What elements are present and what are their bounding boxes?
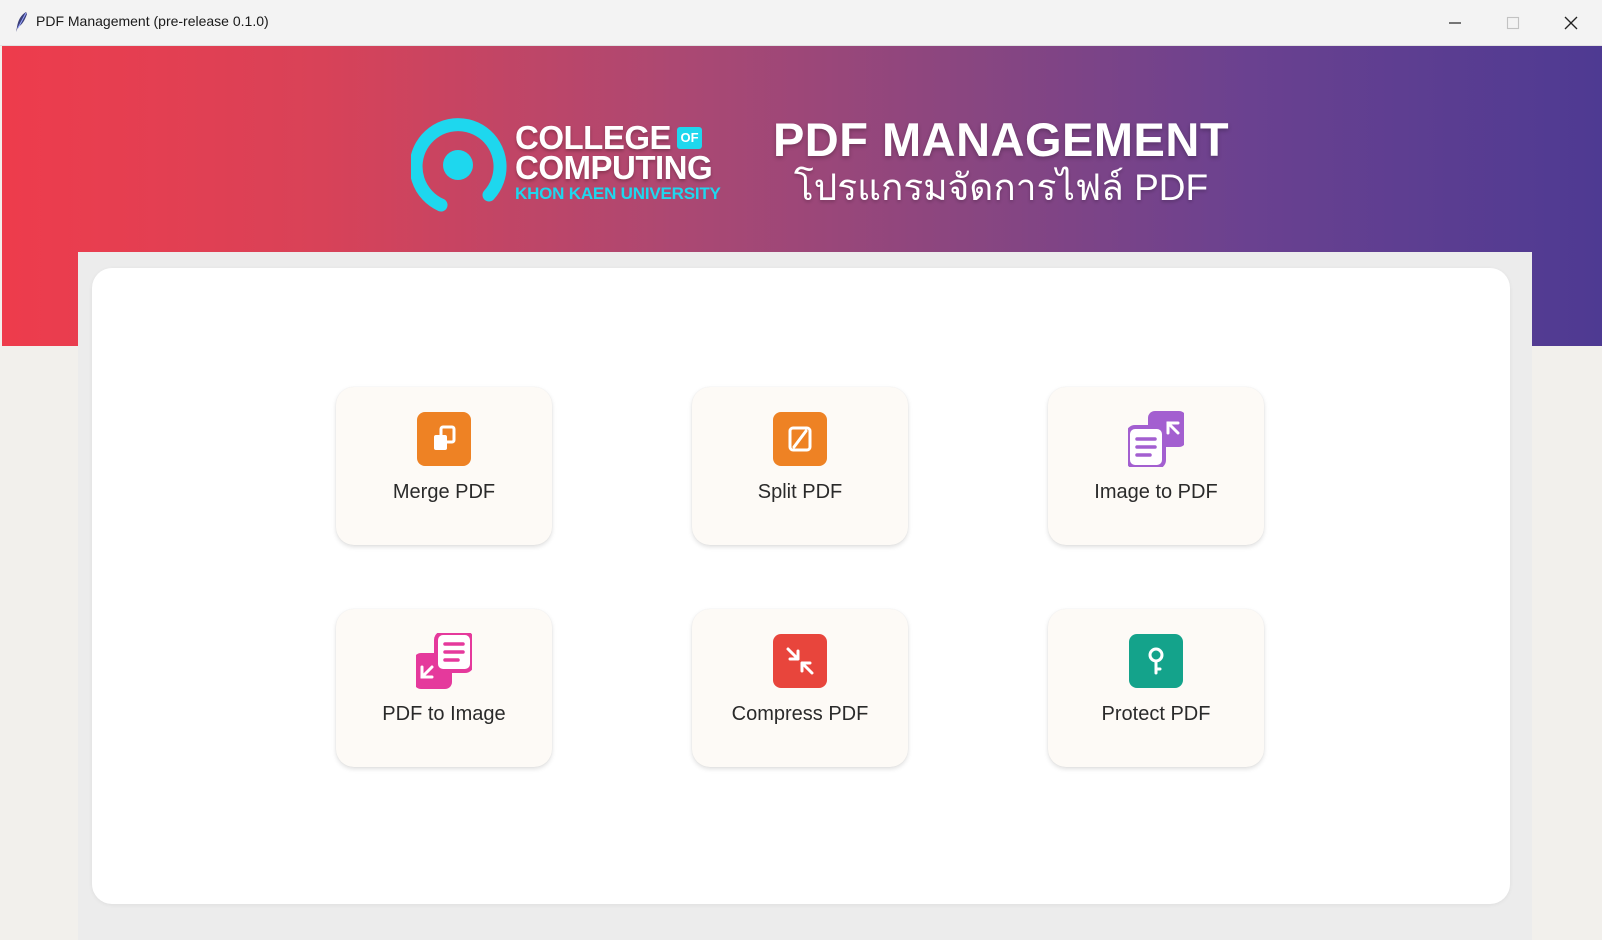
protect-icon bbox=[1129, 634, 1183, 688]
window-title: PDF Management (pre-release 0.1.0) bbox=[36, 13, 269, 29]
tile-label: Compress PDF bbox=[731, 703, 869, 725]
title-bar: PDF Management (pre-release 0.1.0) bbox=[0, 0, 1602, 46]
pdf-to-image-icon bbox=[416, 633, 472, 689]
logo-text-of: OF bbox=[677, 127, 702, 149]
minimize-button[interactable] bbox=[1426, 0, 1484, 46]
tile-label: Merge PDF bbox=[392, 481, 496, 503]
close-icon bbox=[1564, 16, 1578, 30]
image-to-pdf-icon bbox=[1128, 411, 1184, 467]
college-logo: COLLEGE OF COMPUTING KHON KAEN UNIVERSIT… bbox=[411, 117, 731, 217]
tile-label: PDF to Image bbox=[382, 703, 506, 725]
feather-icon bbox=[16, 12, 27, 32]
merge-pdf-button[interactable]: Merge PDF bbox=[336, 387, 552, 545]
compress-icon bbox=[773, 634, 827, 688]
college-logo-mark-icon bbox=[411, 118, 507, 212]
tile-label: Split PDF bbox=[757, 481, 843, 503]
split-icon bbox=[773, 412, 827, 466]
maximize-icon bbox=[1506, 16, 1520, 30]
split-pdf-button[interactable]: Split PDF bbox=[692, 387, 908, 545]
page-subtitle: โปรแกรมจัดการไฟล์ PDF bbox=[793, 167, 1209, 208]
protect-pdf-button[interactable]: Protect PDF bbox=[1048, 609, 1264, 767]
close-button[interactable] bbox=[1542, 0, 1600, 46]
app-heading: PDF MANAGEMENT โปรแกรมจัดการไฟล์ PDF bbox=[770, 112, 1232, 210]
logo-text-university: KHON KAEN UNIVERSITY bbox=[515, 184, 721, 203]
page-title: PDF MANAGEMENT bbox=[772, 113, 1230, 166]
image-to-pdf-button[interactable]: Image to PDF bbox=[1048, 387, 1264, 545]
minimize-icon bbox=[1449, 22, 1461, 24]
tile-label: Protect PDF bbox=[1101, 703, 1211, 725]
pdf-to-image-button[interactable]: PDF to Image bbox=[336, 609, 552, 767]
merge-icon bbox=[417, 412, 471, 466]
tools-panel bbox=[92, 268, 1510, 904]
logo-text-computing: COMPUTING bbox=[515, 149, 713, 186]
tile-label: Image to PDF bbox=[1094, 481, 1218, 503]
maximize-button[interactable] bbox=[1484, 0, 1542, 46]
compress-pdf-button[interactable]: Compress PDF bbox=[692, 609, 908, 767]
